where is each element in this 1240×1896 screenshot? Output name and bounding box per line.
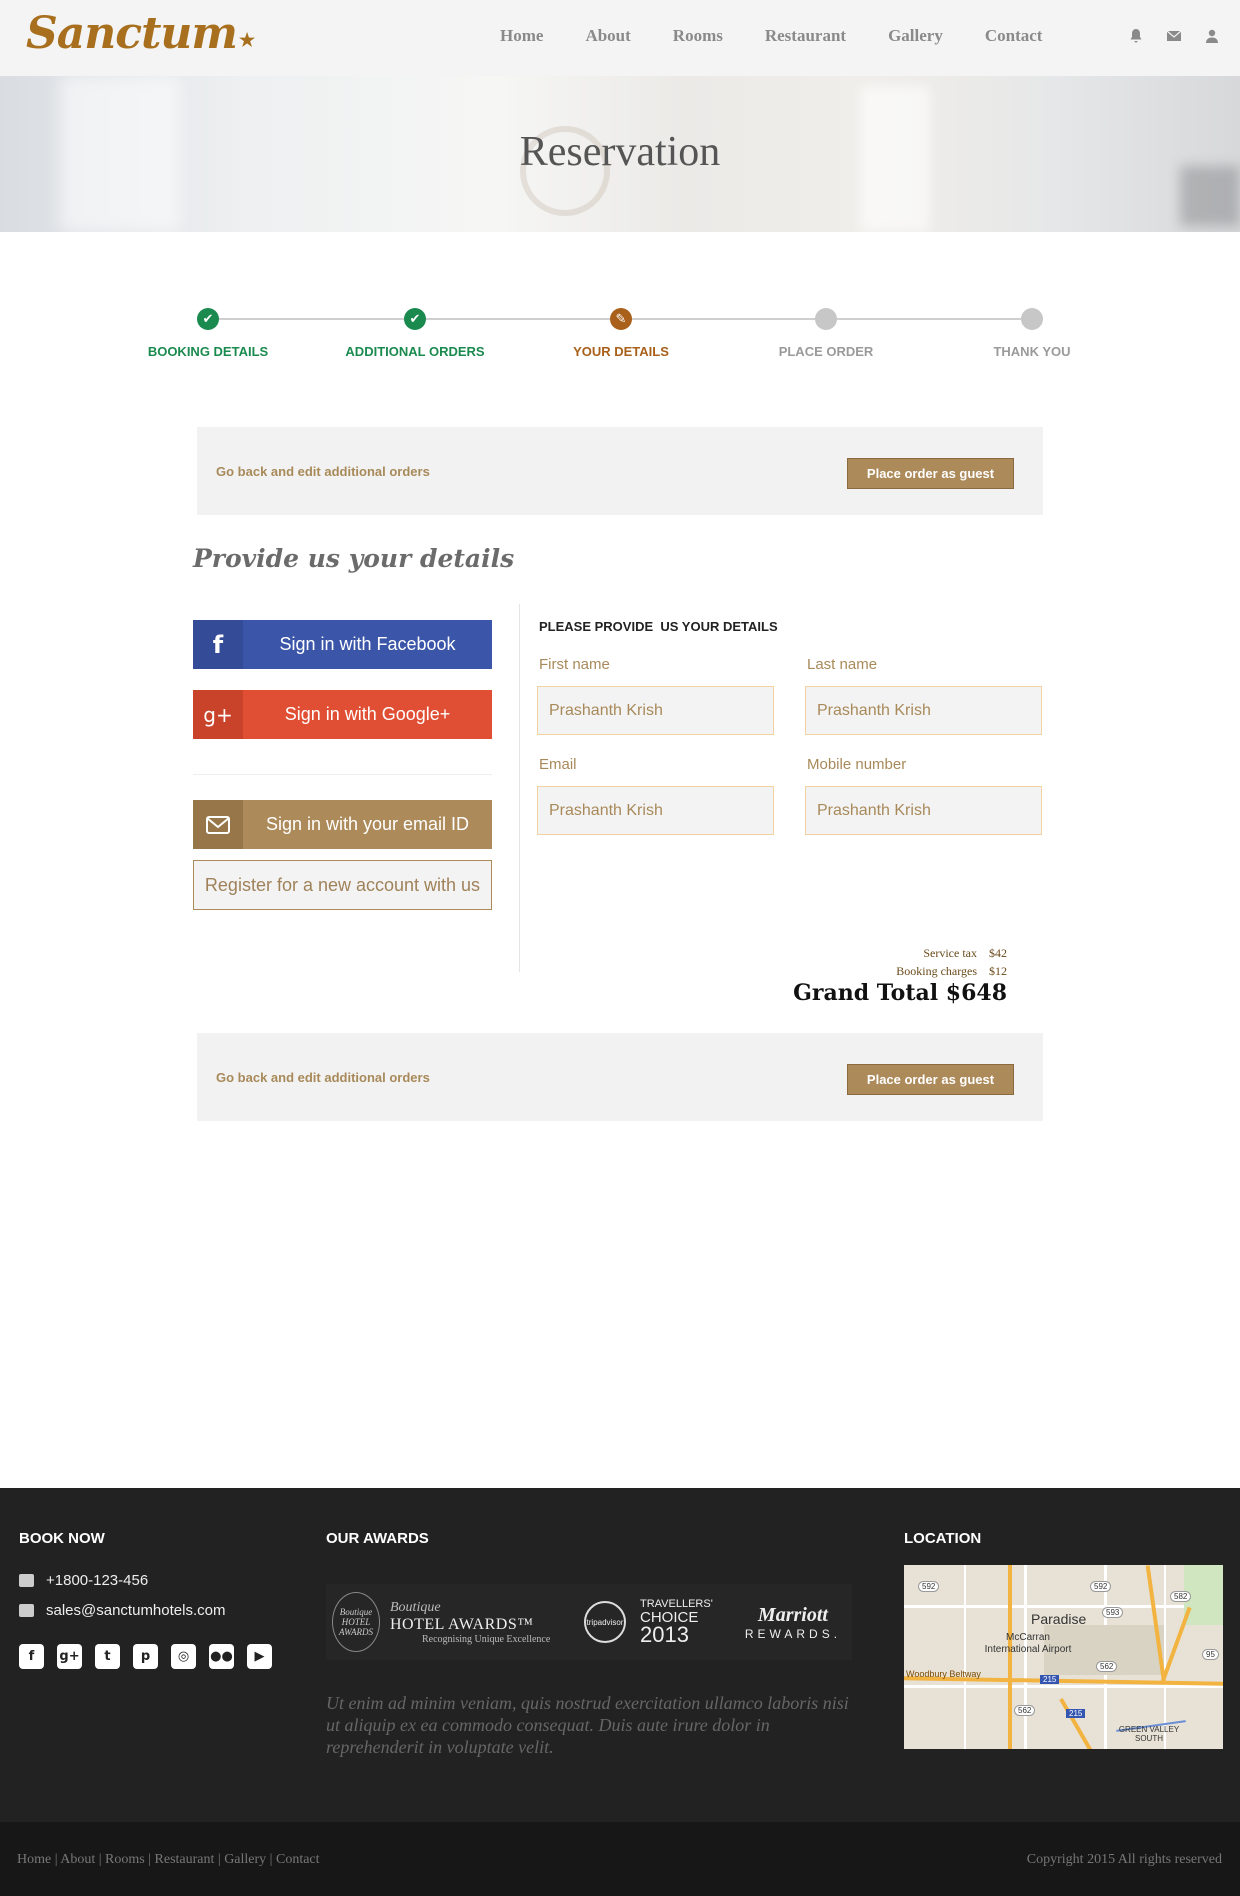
action-bar-bottom: Go back and edit additional orders Place… [197,1033,1043,1121]
section-title: Provide us your details [193,544,515,573]
location-heading: LOCATION [904,1530,982,1547]
first-name-label: First name [539,656,610,673]
copyright: Copyright 2015 All rights reserved [1026,1852,1222,1867]
step-your-details[interactable]: ✎ YOUR DETAILS [521,308,721,359]
header-icons [1128,28,1220,44]
google-plus-icon[interactable]: g+ [57,1644,82,1669]
email-label: Email [539,756,577,773]
nav-contact[interactable]: Contact [985,26,1043,46]
twitter-icon[interactable]: t [95,1644,120,1669]
nav-about[interactable]: About [585,26,630,46]
step-additional-orders[interactable]: ✔ ADDITIONAL ORDERS [315,308,515,359]
map-airport-label: McCarran International Airport [984,1632,1072,1655]
google-plus-icon: g+ [193,690,243,739]
step-thank-you: THANK YOU [932,308,1132,359]
email-field[interactable]: Prashanth Krish [537,786,774,835]
action-bar-top: Go back and edit additional orders Place… [197,427,1043,515]
footer-phone[interactable]: +1800-123-456 [19,1572,148,1589]
map-beltway-label: Woodbury Beltway [906,1669,981,1679]
facebook-icon[interactable]: f [19,1644,44,1669]
pending-dot [1021,308,1043,330]
nav-gallery[interactable]: Gallery [888,26,943,46]
location-map[interactable]: Paradise McCarran International Airport … [904,1565,1223,1749]
back-to-orders-link[interactable]: Go back and edit additional orders [216,1070,430,1085]
form-title: PLEASE PROVIDE US YOUR DETAILS [539,619,778,634]
awards-heading: OUR AWARDS [326,1530,429,1547]
booking-charges-value: $12 [989,964,1007,978]
map-area-label: GREEN VALLEY SOUTH [1118,1725,1180,1743]
user-icon[interactable] [1204,28,1220,44]
step-booking-details[interactable]: ✔ BOOKING DETAILS [108,308,308,359]
tripadvisor-icon: tripadvisor [584,1601,626,1643]
booking-charges-label: Booking charges [896,964,977,978]
pinterest-icon[interactable]: p [133,1644,158,1669]
place-order-guest-button[interactable]: Place order as guest [847,458,1014,489]
footer-nav-links[interactable]: Home | About | Rooms | Restaurant | Gall… [17,1852,320,1868]
check-icon: ✔ [404,308,426,330]
map-city-label: Paradise [1031,1611,1087,1627]
social-links: f g+ t p ◎ ●● ▶ [19,1644,272,1669]
footer-email[interactable]: sales@sanctumhotels.com [19,1602,225,1619]
register-button[interactable]: Register for a new account with us [193,860,492,910]
google-signin-button[interactable]: g+ Sign in with Google+ [193,690,492,739]
boutique-award-badge: Boutique HOTEL AWARDS [332,1592,380,1652]
star-icon: ★ [238,30,255,51]
main-nav: Home About Rooms Restaurant Gallery Cont… [500,26,1084,46]
last-name-label: Last name [807,656,878,673]
flickr-icon[interactable]: ●● [209,1644,234,1669]
envelope-icon [193,800,243,849]
back-to-orders-link[interactable]: Go back and edit additional orders [216,464,430,479]
step-place-order: PLACE ORDER [726,308,926,359]
awards-strip: Boutique HOTEL AWARDS Boutique HOTEL AWA… [326,1584,852,1660]
mobile-label: Mobile number [807,756,907,773]
divider [193,774,492,775]
site-footer: BOOK NOW +1800-123-456 sales@sanctumhote… [0,1488,1240,1822]
nav-home[interactable]: Home [500,26,543,46]
youtube-icon[interactable]: ▶ [247,1644,272,1669]
check-icon: ✔ [197,308,219,330]
facebook-signin-button[interactable]: f Sign in with Facebook [193,620,492,669]
progress-steps: ✔ BOOKING DETAILS ✔ ADDITIONAL ORDERS ✎ … [148,300,1088,370]
pencil-icon: ✎ [610,308,632,330]
pending-dot [815,308,837,330]
column-divider [519,604,520,972]
awards-description: Ut enim ad minim veniam, quis nostrud ex… [326,1693,849,1757]
service-tax-label: Service tax [923,946,977,960]
footer-bottom-bar: Home | About | Rooms | Restaurant | Gall… [0,1822,1240,1896]
envelope-icon[interactable] [1166,28,1182,44]
page-banner: Reservation [0,76,1240,232]
mobile-field[interactable]: Prashanth Krish [805,786,1042,835]
marriott-rewards-logo: Marriott REWARDS. [744,1603,842,1641]
logo[interactable]: Sanctum ★ [26,8,255,59]
bell-icon[interactable] [1128,28,1144,44]
book-now-heading: BOOK NOW [19,1530,105,1547]
boutique-hotel-awards-logo: Boutique HOTEL AWARDS™ Recognising Uniqu… [390,1599,551,1645]
phone-icon [19,1574,34,1587]
email-signin-button[interactable]: Sign in with your email ID [193,800,492,849]
first-name-field[interactable]: Prashanth Krish [537,686,774,735]
charges-summary: Service tax $42 Booking charges $12 [896,944,1007,980]
travellers-choice-logo: TRAVELLERS' CHOICE 2013 [640,1598,713,1647]
envelope-icon [19,1604,34,1617]
last-name-field[interactable]: Prashanth Krish [805,686,1042,735]
place-order-guest-button[interactable]: Place order as guest [847,1064,1014,1095]
page-title: Reservation [519,129,721,175]
nav-rooms[interactable]: Rooms [673,26,723,46]
instagram-icon[interactable]: ◎ [171,1644,196,1669]
facebook-icon: f [193,620,243,669]
nav-restaurant[interactable]: Restaurant [765,26,846,46]
service-tax-value: $42 [989,946,1007,960]
site-header: Sanctum ★ Home About Rooms Restaurant Gal… [0,0,1240,76]
grand-total: Grand Total $648 [793,980,1007,1006]
